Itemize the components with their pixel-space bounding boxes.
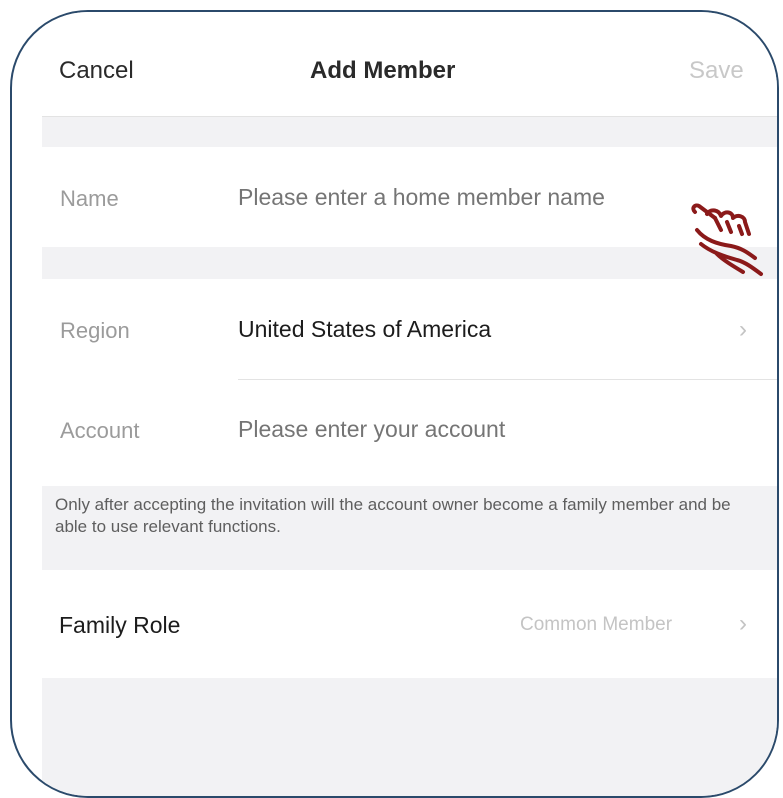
family-role-value: Common Member <box>520 614 673 635</box>
navigation-bar: Cancel Add Member Save <box>42 12 777 117</box>
bottom-area <box>42 678 777 796</box>
cancel-button[interactable]: Cancel <box>59 57 134 85</box>
phone-frame: Cancel Add Member Save Name Region Unite… <box>10 10 779 798</box>
invitation-note: Only after accepting the invitation will… <box>42 486 777 570</box>
chevron-right-icon: › <box>739 316 747 343</box>
account-input[interactable] <box>238 416 718 443</box>
section-gap <box>42 247 777 279</box>
account-row[interactable]: Account <box>42 380 777 486</box>
account-section: Region United States of America › Accoun… <box>42 279 777 486</box>
name-row[interactable]: Name <box>42 147 777 247</box>
invitation-note-text: Only after accepting the invitation will… <box>55 495 731 536</box>
family-role-label: Family Role <box>59 612 181 638</box>
add-member-screen: Cancel Add Member Save Name Region Unite… <box>42 12 777 796</box>
chevron-right-icon: › <box>739 610 747 637</box>
region-row[interactable]: Region United States of America › <box>42 279 777 379</box>
save-button[interactable]: Save <box>689 57 744 85</box>
page-title: Add Member <box>310 57 456 84</box>
name-input[interactable] <box>238 184 718 211</box>
section-gap <box>42 117 777 147</box>
region-value: United States of America <box>238 316 492 342</box>
region-label: Region <box>60 318 130 343</box>
pointing-hand-icon <box>691 203 763 276</box>
name-label: Name <box>60 186 119 211</box>
family-role-row[interactable]: Family Role Common Member › <box>42 570 777 678</box>
account-label: Account <box>60 418 140 443</box>
